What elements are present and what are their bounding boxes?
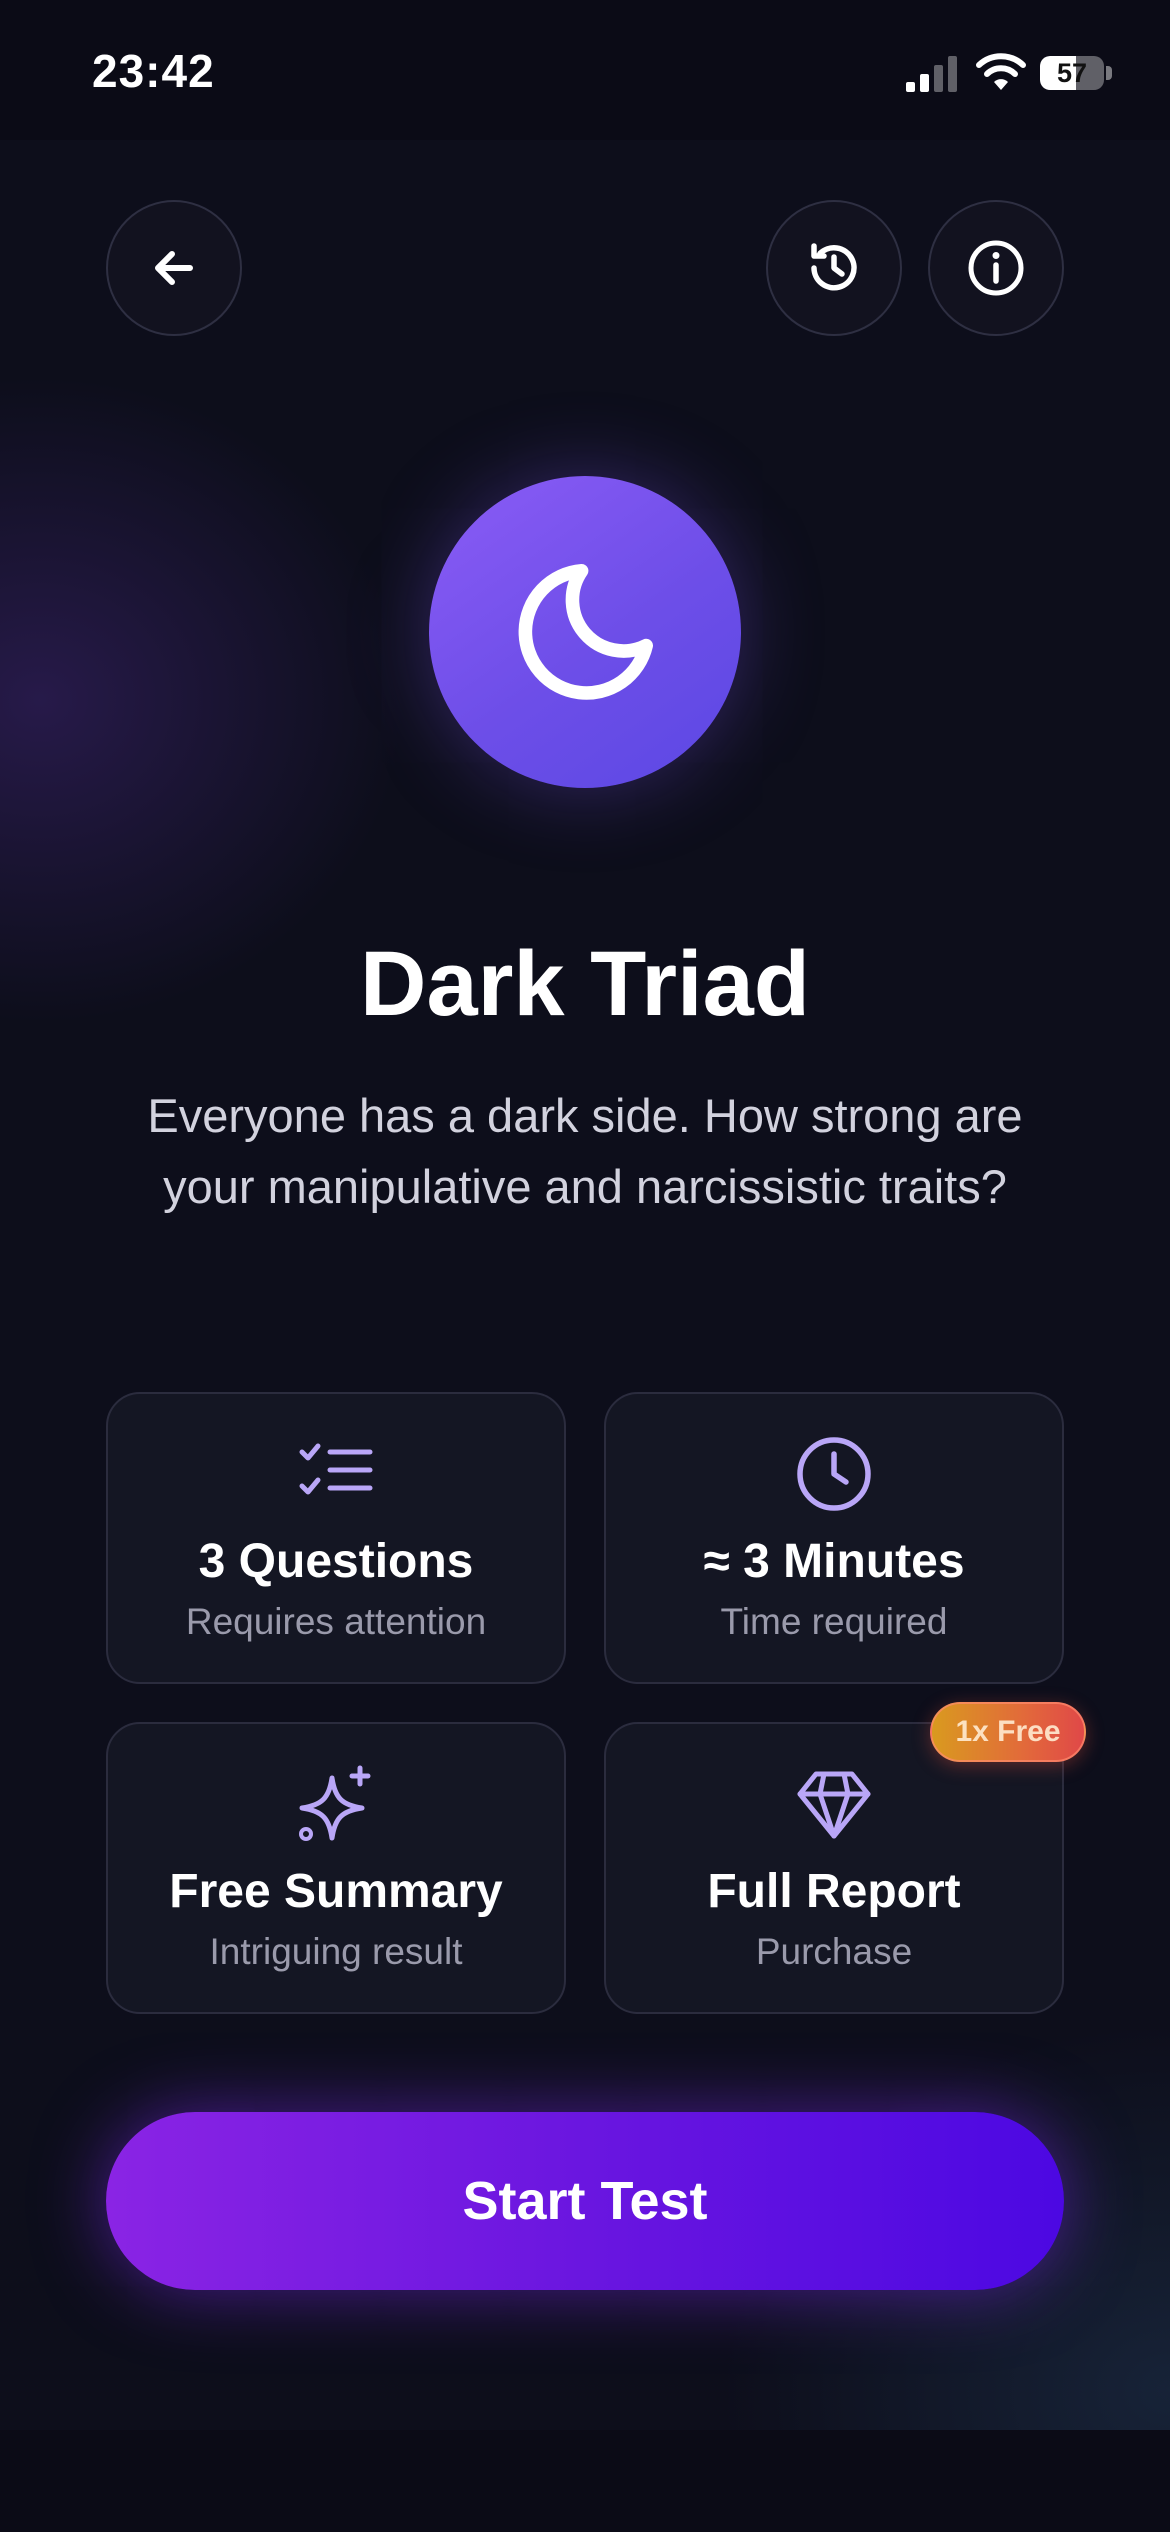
- card-title: ≈ 3 Minutes: [703, 1535, 965, 1588]
- card-subtitle: Purchase: [755, 1931, 913, 1972]
- card-subtitle: Time required: [720, 1601, 948, 1642]
- info-circle-icon: [968, 240, 1024, 296]
- feature-card-duration: ≈ 3 Minutes Time required: [604, 1392, 1064, 1684]
- card-title: Full Report: [707, 1865, 961, 1918]
- moon-icon: [518, 564, 653, 700]
- hero-badge: [429, 476, 741, 788]
- wifi-icon: [976, 53, 1026, 90]
- cellular-signal-icon: [906, 56, 957, 92]
- card-subtitle: Requires attention: [185, 1601, 487, 1642]
- card-title: Free Summary: [169, 1865, 503, 1918]
- battery-level-text: 57: [1056, 58, 1088, 88]
- test-description: Everyone has a dark side. How strong are…: [147, 1089, 1023, 1213]
- test-title: Dark Triad: [360, 933, 810, 1035]
- card-title: 3 Questions: [198, 1535, 474, 1588]
- history-clock-icon: [811, 243, 857, 291]
- feature-card-summary: Free Summary Intriguing result: [106, 1722, 566, 2014]
- status-time: 23:42: [92, 45, 215, 97]
- sparkle-icon: [299, 1765, 371, 1841]
- bottom-safe-area: [0, 2430, 1170, 2532]
- arrow-left-icon: [155, 251, 193, 285]
- feature-card-full-report: Full Report Purchase: [604, 1722, 1064, 2014]
- card-subtitle: Intriguing result: [209, 1931, 463, 1972]
- clock-icon: [797, 1437, 871, 1511]
- feature-card-questions: 3 Questions Requires attention: [106, 1392, 566, 1684]
- free-badge: 1x Free: [930, 1702, 1086, 1762]
- back-button[interactable]: [106, 200, 242, 336]
- status-bar: 23:42 57: [0, 0, 1170, 140]
- diamond-icon: [797, 1771, 871, 1839]
- checklist-icon: [299, 1443, 373, 1495]
- start-test-button[interactable]: Start Test: [106, 2112, 1064, 2290]
- screen: 23:42 57 Dark Triad Everyone has a dark …: [0, 0, 1170, 2532]
- battery-icon: 57: [1040, 56, 1104, 90]
- battery-nub: [1106, 66, 1112, 80]
- history-button[interactable]: [766, 200, 902, 336]
- info-button[interactable]: [928, 200, 1064, 336]
